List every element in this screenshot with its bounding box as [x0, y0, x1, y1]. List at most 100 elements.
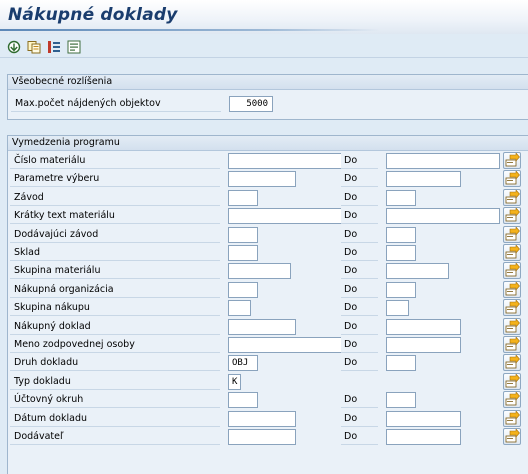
selection-to-field[interactable]	[386, 190, 416, 206]
selection-to-field[interactable]	[386, 282, 416, 298]
multiple-selection-button[interactable]	[503, 226, 521, 243]
multiple-selection-button[interactable]	[503, 170, 521, 187]
multiple-selection-button[interactable]	[503, 281, 521, 298]
title-underline	[0, 29, 380, 31]
selection-from-field[interactable]	[228, 208, 343, 224]
selection-row-label: Účtovný okruh	[10, 392, 220, 408]
selection-row: Krátky text materiálu Do	[0, 207, 528, 225]
selection-row: Nákupná organizácia Do	[0, 281, 528, 299]
multiple-selection-icon	[504, 411, 520, 426]
selection-from-field[interactable]	[228, 263, 291, 279]
selection-from-field[interactable]	[228, 245, 258, 261]
page-title: Nákupné doklady	[8, 5, 178, 25]
multiple-selection-icon	[504, 227, 520, 242]
copy-variant-icon[interactable]	[27, 40, 41, 54]
selection-row-label: Nákupný doklad	[10, 319, 220, 335]
selection-to-field[interactable]	[386, 263, 449, 279]
selection-to-field[interactable]	[386, 300, 409, 316]
selection-to-field[interactable]	[386, 411, 461, 427]
selection-to-field[interactable]	[386, 355, 416, 371]
selection-to-field[interactable]	[386, 319, 461, 335]
get-variant-icon[interactable]	[67, 40, 81, 54]
selection-row: Dátum dokladu Do	[0, 410, 528, 428]
multiple-selection-icon	[504, 153, 520, 168]
selection-row-label: Sklad	[10, 245, 220, 261]
multiple-selection-icon	[504, 245, 520, 260]
selection-row: Skupina materiálu Do	[0, 262, 528, 280]
multiple-selection-button[interactable]	[503, 428, 521, 445]
selection-to-label: Do	[341, 337, 378, 353]
multiple-selection-icon	[504, 392, 520, 407]
selection-to-label: Do	[341, 300, 378, 316]
multiple-selection-button[interactable]	[503, 299, 521, 316]
multiple-selection-icon	[504, 300, 520, 315]
selection-to-label: Do	[341, 355, 378, 371]
multiple-selection-icon	[504, 355, 520, 370]
selection-row: Nákupný doklad Do	[0, 318, 528, 336]
selection-row-label: Závod	[10, 190, 220, 206]
selection-to-field[interactable]	[386, 429, 461, 445]
selection-from-field[interactable]	[228, 190, 258, 206]
selection-from-field[interactable]	[228, 429, 296, 445]
application-toolbar	[0, 36, 528, 58]
selection-row-label: Nákupná organizácia	[10, 282, 220, 298]
multiple-selection-icon	[504, 374, 520, 389]
selection-row-label: Krátky text materiálu	[10, 208, 220, 224]
selection-to-field[interactable]	[386, 337, 461, 353]
selection-to-field[interactable]	[386, 171, 461, 187]
max-hits-label: Max.počet nájdených objektov	[11, 96, 221, 112]
multiple-selection-button[interactable]	[503, 318, 521, 335]
multiple-selection-button[interactable]	[503, 336, 521, 353]
selection-to-field[interactable]	[386, 208, 500, 224]
selection-from-field[interactable]: OBJ	[228, 355, 258, 371]
selection-to-label: Do	[341, 319, 378, 335]
selection-from-field[interactable]	[228, 300, 251, 316]
selection-to-label: Do	[341, 429, 378, 445]
selection-from-field[interactable]	[228, 319, 296, 335]
selection-row-label: Skupina materiálu	[10, 263, 220, 279]
selection-from-field[interactable]	[228, 337, 343, 353]
selection-to-field[interactable]	[386, 392, 416, 408]
selection-row: Dodávateľ Do	[0, 428, 528, 446]
selection-from-field[interactable]	[228, 171, 296, 187]
multiple-selection-button[interactable]	[503, 262, 521, 279]
general-group: Všeobecné rozlíšenia Max.počet nájdených…	[7, 74, 528, 120]
title-bar: Nákupné doklady	[0, 0, 528, 34]
multiple-selection-button[interactable]	[503, 244, 521, 261]
selection-to-label: Do	[341, 411, 378, 427]
selection-from-field[interactable]	[228, 392, 258, 408]
selection-from-field[interactable]	[228, 411, 296, 427]
multiple-selection-button[interactable]	[503, 354, 521, 371]
multiple-selection-button[interactable]	[503, 152, 521, 169]
selection-to-label: Do	[341, 171, 378, 187]
selection-to-field[interactable]	[386, 245, 416, 261]
selection-row: Závod Do	[0, 189, 528, 207]
general-group-header: Všeobecné rozlíšenia	[8, 75, 528, 90]
selection-to-label: Do	[341, 263, 378, 279]
selection-to-field[interactable]	[386, 227, 416, 243]
selection-options-icon[interactable]	[47, 40, 61, 54]
selection-from-field[interactable]: K	[228, 374, 241, 390]
selection-from-field[interactable]	[228, 153, 343, 169]
selection-to-label: Do	[341, 282, 378, 298]
max-hits-row: Max.počet nájdených objektov 5000	[1, 95, 528, 113]
selection-row-label: Parametre výberu	[10, 171, 220, 187]
multiple-selection-button[interactable]	[503, 207, 521, 224]
selection-row: Dodávajúci závod Do	[0, 226, 528, 244]
multiple-selection-button[interactable]	[503, 189, 521, 206]
multiple-selection-button[interactable]	[503, 373, 521, 390]
multiple-selection-icon	[504, 263, 520, 278]
max-hits-field[interactable]: 5000	[229, 96, 273, 112]
selection-to-field[interactable]	[386, 153, 500, 169]
program-group-header: Vymedzenia programu	[8, 136, 528, 151]
selection-from-field[interactable]	[228, 282, 258, 298]
selection-to-label: Do	[341, 153, 378, 169]
selection-row-label: Skupina nákupu	[10, 300, 220, 316]
selection-from-field[interactable]	[228, 227, 258, 243]
execute-icon[interactable]	[7, 40, 21, 54]
multiple-selection-icon	[504, 337, 520, 352]
selection-row-label: Dodávajúci závod	[10, 227, 220, 243]
multiple-selection-button[interactable]	[503, 391, 521, 408]
selection-to-label: Do	[341, 208, 378, 224]
multiple-selection-button[interactable]	[503, 410, 521, 427]
